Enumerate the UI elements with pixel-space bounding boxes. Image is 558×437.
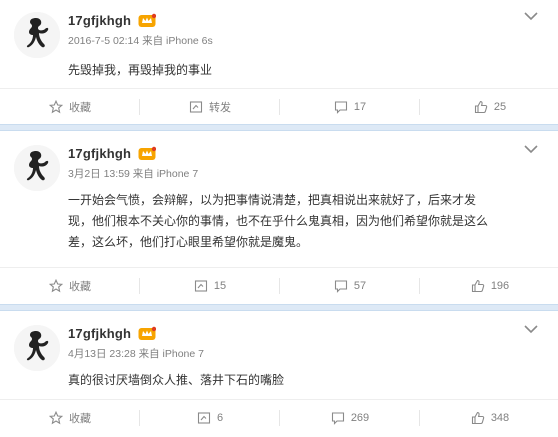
comment-count: 17 — [353, 101, 367, 113]
post-meta: 4月13日 23:28 来自 iPhone 7 — [68, 348, 204, 360]
weibo-feed: 17gfjkhgh 2016-7-5 02:14 来自 iPhone 6s 先毁… — [0, 0, 558, 437]
like-button[interactable]: 196 — [420, 268, 558, 304]
repost-button[interactable]: 6 — [140, 400, 280, 436]
comment-count: 269 — [350, 412, 370, 424]
username[interactable]: 17gfjkhgh — [68, 13, 131, 28]
comment-bubble-icon — [334, 100, 348, 114]
content-line: 真的很讨厌墙倒众人推、落井下石的嘴脸 — [68, 373, 285, 387]
vip-crown-badge-icon[interactable] — [138, 146, 156, 161]
comment-bubble-icon — [334, 279, 348, 293]
collect-button[interactable]: 收藏 — [0, 89, 140, 125]
thumbs-up-icon — [471, 411, 485, 425]
chevron-down-icon[interactable] — [524, 11, 538, 21]
content-line: 现，他们根本不关心你的事情，也不在乎什么鬼真相，因为他们希望你就是这么 — [68, 214, 489, 228]
comment-button[interactable]: 17 — [280, 89, 420, 125]
action-bar: 收藏 15 57 196 — [0, 267, 558, 303]
vip-crown-badge-icon[interactable] — [138, 326, 156, 341]
repost-button[interactable]: 转发 — [140, 89, 280, 125]
vip-crown-badge-icon[interactable] — [138, 13, 156, 28]
repost-label: 转发 — [209, 102, 231, 114]
post-content: 先毁掉我，再毁掉我的事业 — [68, 60, 540, 81]
action-bar: 收藏 转发 17 25 — [0, 88, 558, 124]
section-separator — [0, 304, 558, 311]
thumbs-up-icon — [471, 279, 485, 293]
comment-button[interactable]: 269 — [280, 400, 420, 436]
avatar[interactable] — [14, 12, 60, 58]
content-line: 先毁掉我，再毁掉我的事业 — [68, 63, 213, 77]
star-outline-icon — [49, 100, 63, 114]
collect-label: 收藏 — [69, 102, 91, 114]
repost-button[interactable]: 15 — [140, 268, 280, 304]
collect-button[interactable]: 收藏 — [0, 400, 140, 436]
chevron-down-icon[interactable] — [524, 144, 538, 154]
repost-icon — [194, 279, 208, 293]
section-separator — [0, 124, 558, 131]
repost-icon — [189, 100, 203, 114]
like-count: 196 — [490, 280, 510, 292]
post-content: 一开始会气愤，会辩解，以为把事情说清楚，把真相说出来就好了，后来才发 现，他们根… — [68, 190, 540, 253]
post-content: 真的很讨厌墙倒众人推、落井下石的嘴脸 — [68, 370, 540, 391]
username[interactable]: 17gfjkhgh — [68, 146, 131, 161]
avatar[interactable] — [14, 325, 60, 371]
comment-bubble-icon — [331, 411, 345, 425]
like-count: 348 — [490, 412, 510, 424]
post-meta: 2016-7-5 02:14 来自 iPhone 6s — [68, 35, 213, 47]
like-count: 25 — [493, 101, 507, 113]
avatar[interactable] — [14, 145, 60, 191]
star-outline-icon — [49, 411, 63, 425]
repost-count: 6 — [216, 412, 224, 424]
username[interactable]: 17gfjkhgh — [68, 326, 131, 341]
action-bar: 收藏 6 269 348 — [0, 399, 558, 435]
repost-count: 15 — [213, 280, 227, 292]
collect-label: 收藏 — [69, 281, 91, 293]
post-card: 17gfjkhgh 3月2日 13:59 来自 iPhone 7 一开始会气愤，… — [0, 133, 558, 303]
collect-label: 收藏 — [69, 413, 91, 425]
star-outline-icon — [49, 279, 63, 293]
content-line: 一开始会气愤，会辩解，以为把事情说清楚，把真相说出来就好了，后来才发 — [68, 193, 477, 207]
content-line: 差，这么坏，他们打心眼里希望你就是魔鬼。 — [68, 235, 309, 249]
post-meta: 3月2日 13:59 来自 iPhone 7 — [68, 168, 199, 180]
repost-icon — [197, 411, 211, 425]
post-card: 17gfjkhgh 2016-7-5 02:14 来自 iPhone 6s 先毁… — [0, 0, 558, 123]
post-card: 17gfjkhgh 4月13日 23:28 来自 iPhone 7 真的很讨厌墙… — [0, 313, 558, 437]
like-button[interactable]: 25 — [420, 89, 558, 125]
comment-count: 57 — [353, 280, 367, 292]
like-button[interactable]: 348 — [420, 400, 558, 436]
collect-button[interactable]: 收藏 — [0, 268, 140, 304]
thumbs-up-icon — [474, 100, 488, 114]
comment-button[interactable]: 57 — [280, 268, 420, 304]
chevron-down-icon[interactable] — [524, 324, 538, 334]
